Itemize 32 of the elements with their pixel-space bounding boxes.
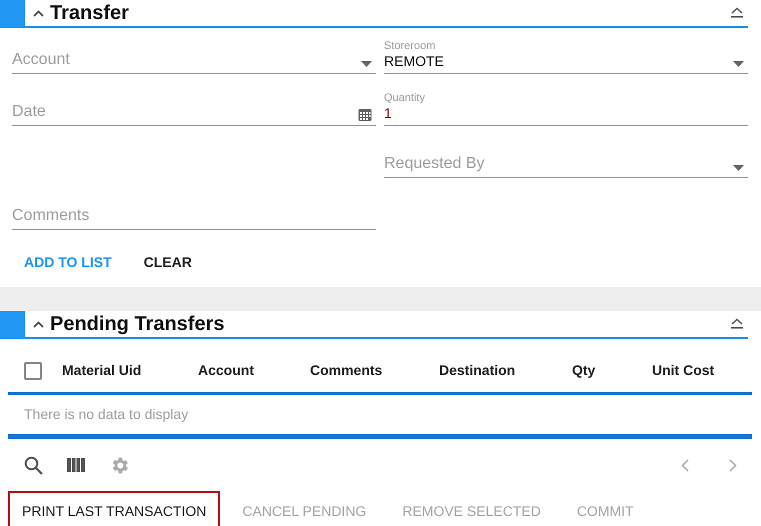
action-button[interactable]: PRINT LAST TRANSACTION	[8, 491, 220, 526]
dropdown-icon[interactable]	[361, 61, 372, 67]
collapse-icon[interactable]	[730, 318, 744, 330]
caret-icon[interactable]	[33, 10, 44, 16]
clear-button[interactable]: CLEAR	[128, 246, 208, 279]
dropdown-icon[interactable]	[733, 61, 744, 67]
field-label: Comments	[12, 206, 90, 226]
column-header[interactable]: Qty	[572, 360, 652, 381]
dropdown-icon[interactable]	[733, 165, 744, 171]
field-label: Requested By	[384, 154, 485, 174]
collapse-icon[interactable]	[730, 7, 744, 19]
field-value: 1	[384, 105, 392, 122]
field-label: Account	[12, 50, 70, 70]
column-header[interactable]: Account	[198, 360, 310, 381]
column-header[interactable]: Material Uid	[62, 360, 198, 381]
column-header[interactable]: Unit Cost	[652, 360, 752, 381]
field-label: Date	[12, 102, 46, 122]
section-title: Transfer	[50, 1, 129, 26]
field-label: Storeroom	[384, 40, 436, 53]
input-field[interactable]: Quantity 1	[384, 92, 748, 126]
search-icon[interactable]	[24, 456, 43, 474]
empty-message: There is no data to display	[8, 395, 752, 439]
column-header[interactable]: Comments	[310, 360, 439, 381]
field-label: Quantity	[384, 92, 425, 105]
calendar-icon[interactable]	[358, 108, 372, 121]
columns-icon[interactable]	[67, 458, 85, 472]
select-all-checkbox[interactable]	[24, 362, 42, 380]
field-value: REMOTE	[384, 53, 444, 70]
section-title: Pending Transfers	[50, 312, 224, 337]
column-header[interactable]: Destination	[439, 360, 572, 381]
dropdown-field[interactable]: Storeroom REMOTE	[384, 40, 748, 74]
caret-icon[interactable]	[33, 320, 44, 328]
